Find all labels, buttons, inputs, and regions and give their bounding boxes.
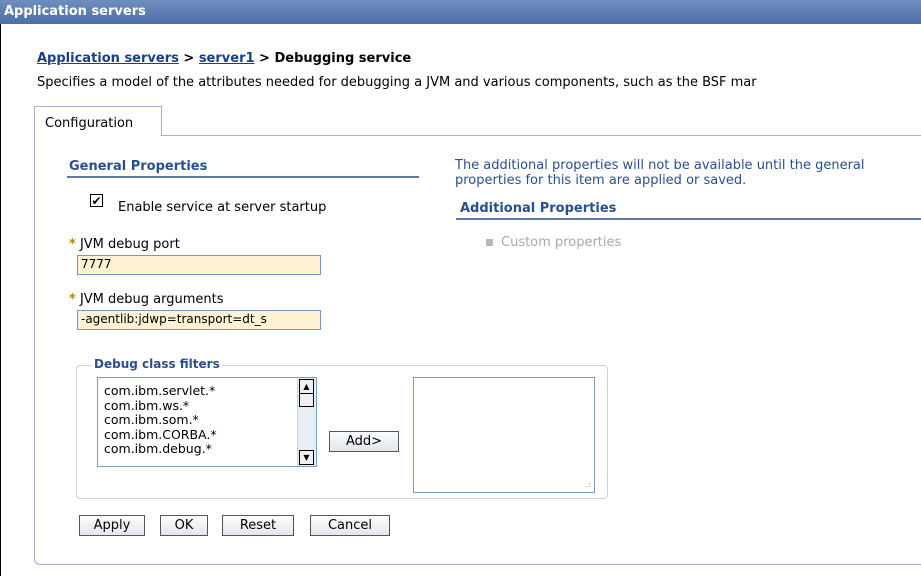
breadcrumb-separator: > bbox=[178, 51, 199, 66]
scrollbar-thumb[interactable] bbox=[299, 393, 314, 407]
additional-properties-title: Additional Properties bbox=[460, 201, 617, 216]
jvm-debug-arguments-input[interactable]: -agentlib:jdwp=transport=dt_s bbox=[77, 310, 321, 330]
checkmark-icon: ✔ bbox=[91, 194, 102, 208]
ok-button[interactable]: OK bbox=[160, 515, 208, 536]
jvm-debug-arguments-label: * JVM debug arguments bbox=[69, 292, 224, 307]
section-divider bbox=[456, 218, 921, 220]
cancel-button[interactable]: Cancel bbox=[310, 515, 390, 536]
bullet-icon bbox=[486, 239, 493, 246]
resize-grip-icon[interactable]: .: bbox=[586, 480, 591, 489]
jvm-debug-arguments-label-text: JVM debug arguments bbox=[79, 292, 224, 307]
list-item[interactable]: com.ibm.servlet.* bbox=[104, 383, 217, 399]
selected-filters-textarea[interactable]: .: bbox=[413, 377, 595, 493]
window-title: Application servers bbox=[0, 0, 921, 24]
required-icon: * bbox=[69, 292, 76, 307]
jvm-debug-port-label: * JVM debug port bbox=[69, 237, 180, 252]
class-filters-listbox[interactable]: com.ibm.servlet.* com.ibm.ws.* com.ibm.s… bbox=[97, 377, 317, 467]
breadcrumb-separator: > bbox=[254, 51, 275, 66]
list-item[interactable]: com.ibm.debug.* bbox=[104, 441, 217, 457]
additional-properties-note: The additional properties will not be av… bbox=[455, 158, 865, 188]
custom-properties-label: Custom properties bbox=[501, 235, 622, 250]
breadcrumb-current: Debugging service bbox=[274, 51, 412, 66]
breadcrumb-link-server1[interactable]: server1 bbox=[199, 51, 255, 66]
breadcrumb: Application servers > server1 > Debuggin… bbox=[37, 51, 411, 66]
reset-button[interactable]: Reset bbox=[222, 515, 294, 536]
apply-button[interactable]: Apply bbox=[79, 515, 145, 536]
jvm-debug-port-label-text: JVM debug port bbox=[79, 237, 180, 252]
breadcrumb-link-application-servers[interactable]: Application servers bbox=[37, 51, 179, 66]
listbox-scrollbar[interactable]: ▲ ▼ bbox=[297, 378, 316, 466]
custom-properties-link: Custom properties bbox=[486, 235, 621, 250]
list-item[interactable]: com.ibm.ws.* bbox=[104, 398, 217, 414]
section-divider bbox=[67, 176, 419, 178]
page-description: Specifies a model of the attributes need… bbox=[37, 75, 757, 90]
scroll-up-icon[interactable]: ▲ bbox=[299, 379, 314, 394]
add-filter-button[interactable]: Add> bbox=[329, 431, 399, 452]
scroll-down-icon[interactable]: ▼ bbox=[299, 450, 314, 465]
required-icon: * bbox=[69, 237, 76, 252]
general-properties-title: General Properties bbox=[69, 159, 208, 174]
jvm-debug-port-input[interactable]: 7777 bbox=[77, 255, 321, 275]
enable-service-checkbox[interactable]: ✔ bbox=[90, 194, 103, 207]
tab-configuration[interactable]: Configuration bbox=[34, 106, 162, 136]
list-item[interactable]: com.ibm.CORBA.* bbox=[104, 427, 217, 443]
list-item[interactable]: com.ibm.som.* bbox=[104, 412, 217, 428]
enable-service-label: Enable service at server startup bbox=[118, 200, 327, 215]
debug-class-filters-legend: Debug class filters bbox=[91, 357, 223, 371]
